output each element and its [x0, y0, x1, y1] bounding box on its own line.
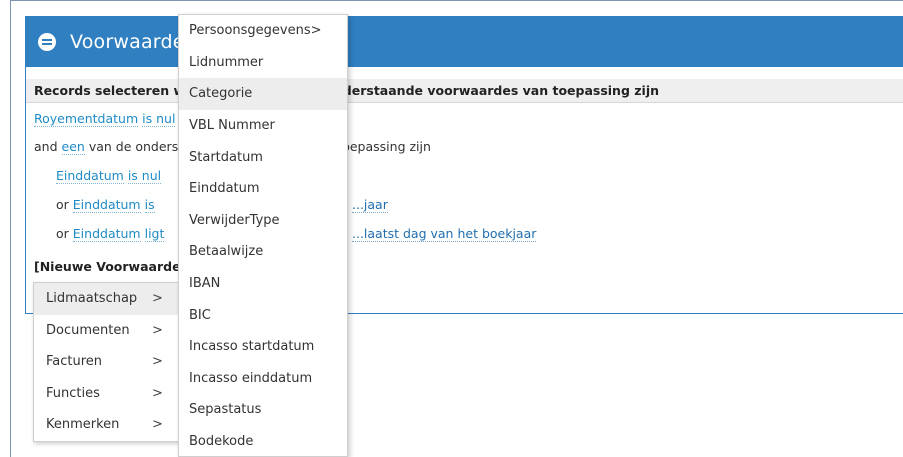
dropdown-item-einddatum[interactable]: Einddatum	[179, 173, 347, 205]
condition-row-5: or Einddatum ligt ...laatst dag van het …	[56, 226, 537, 242]
menu-icon	[38, 33, 56, 51]
chevron-right-icon: >	[152, 322, 163, 338]
submenu-item-label: Kenmerken	[46, 417, 120, 433]
panel-header: Voorwaarden	[26, 17, 903, 67]
field-einddatum[interactable]: Einddatum	[72, 197, 141, 213]
condition-row-4: or Einddatum is ...jaar	[56, 197, 388, 213]
chevron-right-icon: >	[152, 385, 163, 401]
condition-row-1: Royementdatum is nul	[34, 111, 176, 127]
dropdown-item-startdatum[interactable]: Startdatum	[179, 141, 347, 173]
submenu-item-label: Lidmaatschap	[46, 291, 138, 307]
submenu-item-facturen[interactable]: Facturen >	[34, 346, 180, 378]
submenu-item-kenmerken[interactable]: Kenmerken >	[34, 409, 180, 441]
quantifier-een[interactable]: een	[61, 139, 85, 155]
operator-ligt[interactable]: ligt	[144, 226, 165, 242]
dropdown-item-lidnummer[interactable]: Lidnummer	[179, 47, 347, 79]
conditions-panel: Voorwaarden Records selecteren waarvoor …	[25, 16, 903, 314]
logic-and: and	[34, 139, 58, 154]
operator-is-nul[interactable]: is nul	[142, 111, 176, 127]
field-einddatum[interactable]: Einddatum	[56, 168, 124, 184]
condition-value[interactable]: ...laatst dag van het boekjaar	[352, 226, 537, 242]
new-condition-link[interactable]: [Nieuwe Voorwaarde t	[34, 259, 191, 274]
dropdown-item-bodekode[interactable]: Bodekode	[179, 426, 347, 456]
chevron-right-icon: >	[152, 291, 163, 307]
logic-or: or	[56, 197, 69, 212]
operator-is[interactable]: is	[144, 197, 155, 213]
dropdown-item-sepastatus[interactable]: Sepastatus	[179, 394, 347, 426]
dropdown-item-vbl-nummer[interactable]: VBL Nummer	[179, 110, 347, 142]
dropdown-item-persoonsgegevens[interactable]: Persoonsgegevens>	[179, 15, 347, 47]
field-royementdatum[interactable]: Royementdatum	[34, 111, 139, 127]
rule-header: Records selecteren waarvoor alle van de …	[26, 79, 903, 103]
logic-or: or	[56, 226, 69, 241]
field-dropdown: Persoonsgegevens> Lidnummer Categorie VB…	[178, 14, 348, 457]
category-submenu: Lidmaatschap > Documenten > Facturen > F…	[33, 282, 181, 442]
dropdown-item-categorie[interactable]: Categorie	[179, 78, 347, 110]
condition-value[interactable]: ...jaar	[352, 197, 388, 213]
dropdown-item-iban[interactable]: IBAN	[179, 268, 347, 300]
chevron-right-icon: >	[152, 417, 163, 433]
submenu-item-functies[interactable]: Functies >	[34, 378, 180, 410]
dropdown-item-incasso-einddatum[interactable]: Incasso einddatum	[179, 363, 347, 395]
operator-is-nul[interactable]: is nul	[127, 168, 162, 184]
submenu-item-label: Documenten	[46, 322, 130, 338]
condition-row-3: Einddatum is nul	[56, 168, 162, 184]
dropdown-item-incasso-startdatum[interactable]: Incasso startdatum	[179, 331, 347, 363]
field-einddatum[interactable]: Einddatum	[72, 226, 141, 242]
chevron-right-icon: >	[152, 354, 163, 370]
submenu-item-lidmaatschap[interactable]: Lidmaatschap >	[34, 283, 180, 315]
dropdown-item-betaalwijze[interactable]: Betaalwijze	[179, 236, 347, 268]
submenu-item-documenten[interactable]: Documenten >	[34, 315, 180, 347]
submenu-item-label: Facturen	[46, 354, 103, 370]
dropdown-item-verwijdertype[interactable]: VerwijderType	[179, 205, 347, 237]
submenu-item-label: Functies	[46, 385, 100, 401]
dropdown-item-bic[interactable]: BIC	[179, 299, 347, 331]
